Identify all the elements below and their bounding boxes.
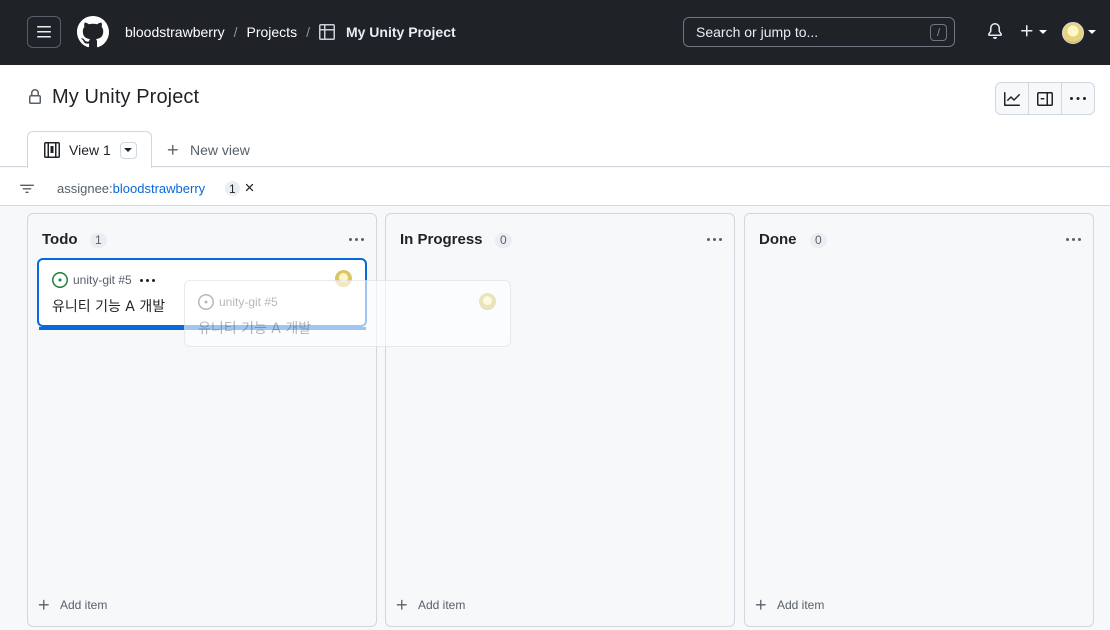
close-icon[interactable] xyxy=(243,181,256,194)
user-avatar[interactable] xyxy=(1062,22,1084,44)
column-in-progress: In Progress 0 Add item xyxy=(385,213,735,627)
filter-query-input[interactable]: assignee:bloodstrawberry xyxy=(57,181,205,196)
lock-icon xyxy=(29,89,41,104)
filter-key: assignee: xyxy=(57,181,113,196)
board-icon xyxy=(44,142,60,158)
global-header: bloodstrawberry / Projects / My Unity Pr… xyxy=(0,0,1110,65)
plus-icon xyxy=(167,144,178,155)
filter-value: bloodstrawberry xyxy=(112,181,206,196)
kebab-horizontal-icon xyxy=(1070,96,1086,100)
issue-opened-icon xyxy=(52,272,68,288)
project-toolbar xyxy=(995,82,1095,115)
breadcrumb-projects[interactable]: Projects xyxy=(247,24,298,40)
breadcrumb-separator: / xyxy=(306,24,310,40)
add-item-button[interactable]: Add item xyxy=(37,598,107,612)
column-menu-button[interactable] xyxy=(349,238,364,241)
card-menu-button[interactable] xyxy=(139,278,155,282)
drag-preview-card: unity-git #5 유니티 기능 A 개발 xyxy=(184,280,511,347)
new-view-button[interactable]: New view xyxy=(166,142,250,158)
plus-icon xyxy=(755,599,766,610)
breadcrumb-owner[interactable]: bloodstrawberry xyxy=(125,24,225,40)
add-item-label: Add item xyxy=(60,598,108,612)
search-shortcut-key: / xyxy=(930,24,947,41)
hamburger-icon xyxy=(37,26,51,38)
card-reference: unity-git #5 xyxy=(198,294,278,310)
card-title[interactable]: 유니티 기능 A 개발 xyxy=(52,296,165,316)
create-dropdown-caret-icon[interactable] xyxy=(1039,30,1047,34)
card-ref-text[interactable]: unity-git #5 xyxy=(73,273,132,287)
column-title: In Progress xyxy=(400,231,483,248)
add-item-button[interactable]: Add item xyxy=(395,598,465,612)
github-logo-icon[interactable] xyxy=(77,16,109,48)
tab-label: View 1 xyxy=(69,142,111,158)
card-reference: unity-git #5 xyxy=(52,272,155,288)
side-panel-button[interactable] xyxy=(1029,83,1062,114)
new-view-label: New view xyxy=(190,142,250,158)
column-count: 0 xyxy=(495,233,512,248)
column-title: Todo xyxy=(42,231,78,248)
card-ref-text: unity-git #5 xyxy=(219,295,278,309)
breadcrumb-project[interactable]: My Unity Project xyxy=(346,24,456,40)
column-menu-button[interactable] xyxy=(707,238,722,241)
search-input[interactable]: Search or jump to... / xyxy=(683,17,955,47)
plus-icon[interactable] xyxy=(1019,22,1035,40)
breadcrumb-separator: / xyxy=(233,24,238,40)
filter-icon[interactable] xyxy=(19,182,35,196)
insights-button[interactable] xyxy=(996,83,1029,114)
card-title: 유니티 기능 A 개발 xyxy=(198,321,312,337)
triangle-down-icon xyxy=(124,148,133,152)
user-menu-caret-icon[interactable] xyxy=(1088,30,1096,34)
tab-options-dropdown[interactable] xyxy=(119,141,137,159)
graph-icon xyxy=(1004,91,1020,106)
column-menu-button[interactable] xyxy=(1066,238,1081,241)
breadcrumb: bloodstrawberry / Projects / My Unity Pr… xyxy=(125,24,456,40)
add-item-label: Add item xyxy=(418,598,466,612)
table-icon xyxy=(318,24,335,40)
issue-opened-icon xyxy=(198,294,214,310)
more-options-button[interactable] xyxy=(1062,83,1094,114)
page-title: My Unity Project xyxy=(52,86,200,108)
filter-result-count: 1 xyxy=(225,181,240,196)
sidebar-expand-icon xyxy=(1037,91,1053,106)
bell-icon[interactable] xyxy=(987,22,1003,40)
column-title: Done xyxy=(759,231,797,248)
tab-view-1[interactable]: View 1 xyxy=(27,131,152,168)
hamburger-menu-button[interactable] xyxy=(27,16,61,48)
assignee-avatar xyxy=(479,293,496,310)
plus-icon xyxy=(396,599,407,610)
add-item-label: Add item xyxy=(777,598,825,612)
add-item-button[interactable]: Add item xyxy=(754,598,824,612)
search-placeholder: Search or jump to... xyxy=(696,24,819,40)
column-count: 1 xyxy=(90,233,107,248)
column-done: Done 0 Add item xyxy=(744,213,1094,627)
plus-icon xyxy=(38,599,49,610)
column-count: 0 xyxy=(810,233,827,248)
